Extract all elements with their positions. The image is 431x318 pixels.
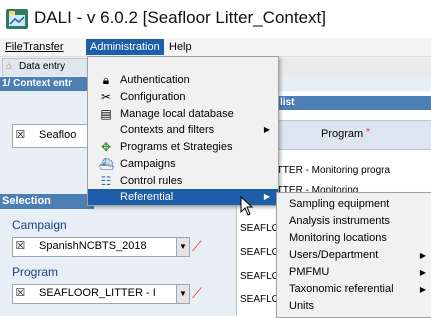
mouse-cursor-icon [240, 195, 254, 219]
program-value: SEAFLOOR_LITTER - I [39, 287, 156, 299]
context-select-value: Seafloo [39, 129, 77, 141]
menu-item-label: Units [289, 300, 315, 312]
menu-item-campaigns[interactable]: ⛴ Campaigns [88, 156, 278, 172]
submenu-arrow-icon: ▶ [419, 268, 426, 277]
program-combo[interactable]: ⮽ SEAFLOOR_LITTER - I ▼ [12, 284, 190, 304]
list-header-label: list [280, 97, 295, 108]
menu-item-label: Analysis instruments [289, 215, 390, 227]
menu-item-pmfmu[interactable]: PMFMU ▶ [277, 264, 431, 281]
menu-item-programs-strategies[interactable]: ✥ Programs et Strategies [88, 139, 278, 155]
menu-help[interactable]: Help [166, 40, 195, 54]
menu-item-label: Monitoring locations [289, 232, 387, 244]
menu-item-units[interactable]: Units [277, 298, 431, 315]
menu-item-label: Users/Department [289, 249, 379, 261]
menu-item-label: Programs et Strategies [120, 141, 233, 153]
submenu-arrow-icon: ▶ [419, 285, 426, 294]
list-row-text: SEAFLC [240, 294, 279, 305]
list-row-text: SEAFLC [240, 271, 279, 282]
program-column-label: Program [321, 128, 364, 140]
clear-program-icon[interactable]: ⟋ [192, 285, 202, 302]
menu-item-users-department[interactable]: Users/Department ▶ [277, 247, 431, 264]
list-check-icon: ☷ [100, 174, 112, 188]
menu-item-authentication[interactable]: 🔒︎ Authentication [88, 72, 278, 88]
lock-icon: 🔒︎ [102, 73, 110, 87]
campaign-icon: ⮽ [16, 240, 25, 252]
window-title: DALI - v 6.0.2 [Seafloor Litter_Context] [34, 8, 326, 27]
context-select[interactable]: ⮽ Seafloo [12, 124, 96, 148]
compass-icon: ✥ [100, 140, 112, 154]
menu-item-monitoring-locations[interactable]: Monitoring locations [277, 230, 431, 247]
program-icon: ⮽ [16, 287, 25, 299]
required-marker: * [366, 127, 370, 138]
list-row-text: SEAFLO [240, 223, 280, 234]
program-label: Program [12, 265, 59, 279]
submenu-arrow-icon: ▶ [419, 251, 426, 260]
menu-transfer[interactable]: Transfer [20, 40, 67, 54]
menu-item-label: Sampling equipment [289, 198, 390, 210]
menu-item-label: Contexts and filters [120, 124, 215, 136]
submenu-arrow-icon: ▶ [263, 192, 270, 201]
menu-item-label: PMFMU [289, 266, 330, 278]
menu-help-label: Help [169, 41, 192, 53]
menu-item-sampling-equipment[interactable]: Sampling equipment [277, 196, 431, 213]
administration-menu: 🔒︎ Authentication ✂ Configuration ▤ Mana… [87, 56, 279, 206]
menu-item-label: Configuration [120, 91, 186, 103]
chevron-down-icon[interactable]: ▼ [176, 238, 189, 256]
app-icon [6, 9, 28, 29]
context-header: 1/ Context entr [0, 77, 92, 91]
home-icon: ⌂ [6, 61, 13, 72]
menu-item-label: Campaigns [120, 158, 176, 170]
list-row-text: SEAFLC [240, 247, 279, 258]
database-icon: ▤ [100, 107, 112, 121]
campaign-label: Campaign [12, 218, 67, 232]
menu-transfer-label: Transfer [23, 41, 64, 53]
context-select-icon: ⮽ [16, 129, 25, 141]
ship-icon: ⛴ [99, 157, 115, 171]
menu-item-label: Control rules [120, 175, 183, 187]
tools-icon: ✂ [100, 90, 112, 104]
menu-administration-label: Administration [90, 41, 160, 53]
clear-campaign-icon[interactable]: ⟋ [192, 238, 202, 255]
menu-item-label: Taxonomic referential [289, 283, 394, 295]
menu-item-label: Manage local database [120, 108, 234, 120]
submenu-arrow-icon: ▶ [263, 125, 270, 134]
campaign-combo[interactable]: ⮽ SpanishNCBTS_2018 ▼ [12, 237, 190, 257]
menu-item-control-rules[interactable]: ☷ Control rules [88, 173, 278, 189]
menu-administration[interactable]: Administration [86, 39, 164, 55]
campaign-value: SpanishNCBTS_2018 [39, 240, 147, 252]
tab-data-entry-label: Data entry [19, 61, 66, 72]
menu-item-taxonomic-referential[interactable]: Taxonomic referential ▶ [277, 281, 431, 298]
chevron-down-icon[interactable]: ▼ [176, 285, 189, 303]
menu-item-manage-local-database[interactable]: ▤ Manage local database [88, 106, 278, 122]
selection-header: Selection [0, 194, 94, 209]
menu-item-label: Referential [120, 191, 174, 203]
menu-item-contexts-and-filters[interactable]: Contexts and filters ▶ [88, 122, 278, 138]
menu-item-label: Authentication [120, 74, 190, 86]
menu-item-analysis-instruments[interactable]: Analysis instruments [277, 213, 431, 230]
menu-bar: File Transfer Administration Help [0, 38, 431, 57]
menu-item-configuration[interactable]: ✂ Configuration [88, 89, 278, 105]
referential-submenu: Sampling equipment Analysis instruments … [276, 192, 431, 318]
